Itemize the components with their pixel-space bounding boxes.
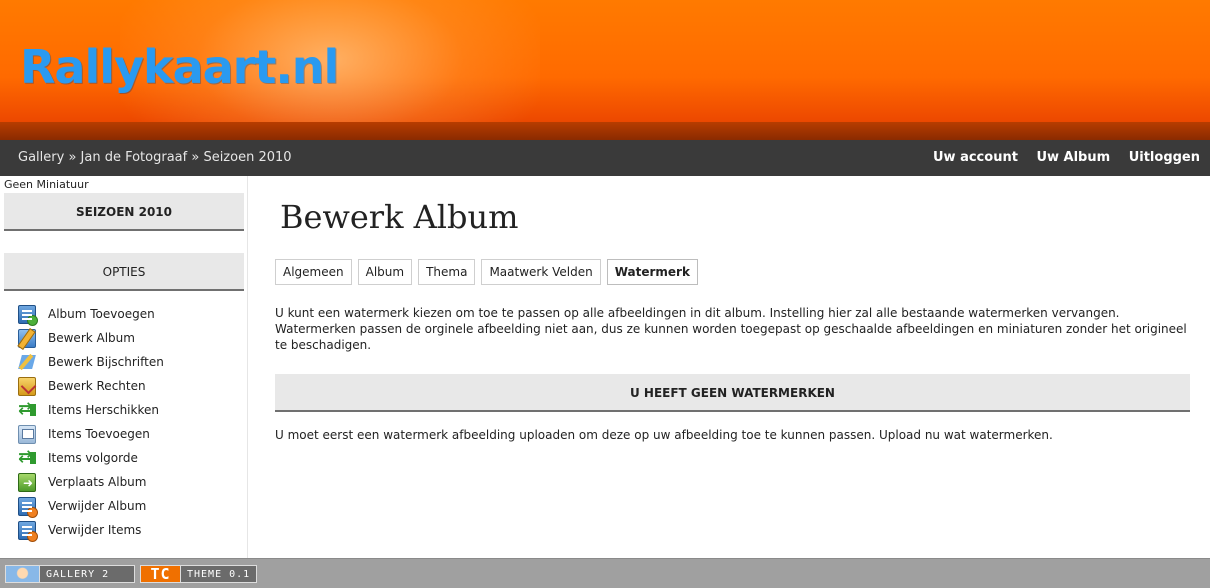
site-logo[interactable]: Rallykaart.nl (20, 40, 339, 94)
breadcrumb-gallery[interactable]: Gallery (18, 150, 64, 165)
theme-badge-label: THEME 0.1 (187, 568, 251, 580)
sidebar-item-label: Bewerk Album (48, 331, 135, 345)
sidebar-item-label: Verwijder Items (48, 523, 142, 537)
tab-general[interactable]: Algemeen (275, 259, 352, 285)
sidebar-item-label: Verwijder Album (48, 499, 147, 513)
sidebar-item-label: Items Herschikken (48, 403, 159, 417)
sidebar-item-label: Items Toevoegen (48, 427, 150, 441)
add-album-icon (18, 304, 38, 326)
sidebar-item-edit-permissions[interactable]: Bewerk Rechten (18, 374, 164, 398)
move-album-icon (18, 472, 36, 492)
tab-watermark[interactable]: Watermerk (606, 259, 698, 285)
sidebar-item-label: Items volgorde (48, 451, 138, 465)
album-title: SEIZOEN 2010 (4, 193, 244, 231)
tab-album[interactable]: Album (357, 259, 413, 285)
delete-album-icon (18, 496, 38, 518)
theme-badge[interactable]: TC THEME 0.1 (140, 565, 257, 583)
sidebar-item-delete-items[interactable]: Verwijder Items (18, 518, 164, 542)
rearrange-icon (18, 399, 36, 420)
sidebar-item-move-album[interactable]: Verplaats Album (18, 470, 164, 494)
user-links: Uw account Uw Album Uitloggen (919, 150, 1200, 165)
sidebar-item-delete-album[interactable]: Verwijder Album (18, 494, 164, 518)
watermark-description: U kunt een watermerk kiezen om toe te pa… (275, 306, 1187, 352)
no-thumbnail-label: Geen Miniatuur (4, 178, 89, 191)
sidebar-item-rearrange[interactable]: Items Herschikken (18, 398, 164, 422)
sidebar-item-add-items[interactable]: Items Toevoegen (18, 422, 164, 446)
delete-items-icon (18, 520, 38, 542)
theme-logo-icon: TC (141, 566, 181, 582)
gallery2-badge-label: GALLERY 2 (46, 568, 110, 580)
footer: GALLERY 2 TC THEME 0.1 (0, 558, 1210, 588)
tab-custom-fields[interactable]: Maatwerk Velden (481, 259, 601, 285)
breadcrumb-separator: » (187, 150, 204, 165)
gallery-logo-icon (6, 566, 40, 582)
sidebar-item-label: Bewerk Rechten (48, 379, 146, 393)
sidebar-item-label: Verplaats Album (48, 475, 147, 489)
page-title: Bewerk Album (280, 198, 519, 236)
sidebar-item-add-album[interactable]: Album Toevoegen (18, 302, 164, 326)
edit-captions-icon (18, 353, 36, 372)
my-album-link[interactable]: Uw Album (1036, 150, 1110, 165)
sidebar-item-edit-captions[interactable]: Bewerk Bijschriften (18, 350, 164, 374)
logout-link[interactable]: Uitloggen (1129, 150, 1200, 165)
sidebar-item-sort-items[interactable]: Items volgorde (18, 446, 164, 470)
options-heading: OPTIES (4, 253, 244, 291)
breadcrumb-user[interactable]: Jan de Fotograaf (81, 150, 188, 165)
tab-bar: Algemeen Album Thema Maatwerk Velden Wat… (275, 259, 704, 285)
sidebar-item-label: Album Toevoegen (48, 307, 155, 321)
add-items-icon (18, 424, 36, 444)
breadcrumb: Gallery » Jan de Fotograaf » Seizoen 201… (18, 150, 292, 165)
main-content: Bewerk Album Algemeen Album Thema Maatwe… (275, 176, 1190, 558)
edit-album-icon (18, 328, 36, 348)
sort-icon (18, 447, 36, 468)
breadcrumb-separator: » (64, 150, 81, 165)
upload-watermark-note: U moet eerst een watermerk afbeelding up… (275, 428, 1053, 442)
header-banner: Rallykaart.nl (0, 0, 1210, 140)
gallery2-badge[interactable]: GALLERY 2 (5, 565, 135, 583)
sidebar: Geen Miniatuur SEIZOEN 2010 OPTIES Album… (0, 176, 248, 558)
account-link[interactable]: Uw account (933, 150, 1018, 165)
sidebar-item-edit-album[interactable]: Bewerk Album (18, 326, 164, 350)
no-watermarks-heading: U HEEFT GEEN WATERMERKEN (275, 374, 1190, 412)
tab-theme[interactable]: Thema (418, 259, 476, 285)
edit-permissions-icon (18, 376, 36, 396)
banner-band (0, 122, 1210, 140)
sidebar-item-label: Bewerk Bijschriften (48, 355, 164, 369)
navigation-bar: Gallery » Jan de Fotograaf » Seizoen 201… (0, 140, 1210, 176)
breadcrumb-album[interactable]: Seizoen 2010 (203, 150, 291, 165)
options-list: Album Toevoegen Bewerk Album Bewerk Bijs… (18, 302, 164, 542)
